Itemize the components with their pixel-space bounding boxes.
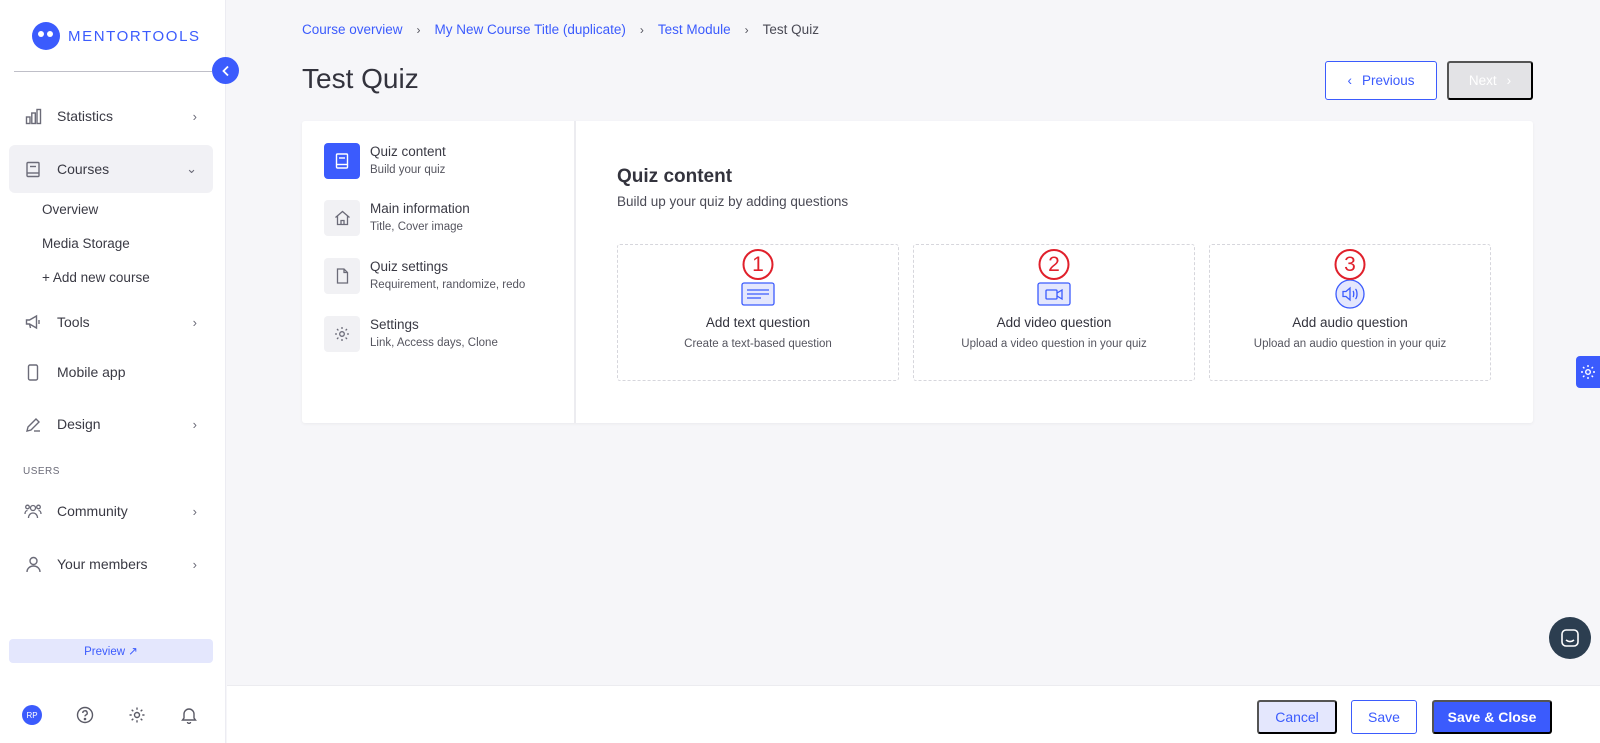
step-number-badge: 3: [1334, 249, 1366, 280]
preview-button[interactable]: Preview ↗: [9, 639, 213, 663]
panel-divider: [574, 121, 576, 423]
step-main-information[interactable]: Main information Title, Cover image: [324, 200, 470, 236]
settings-drawer-toggle[interactable]: [1576, 356, 1600, 388]
user-icon: [24, 555, 42, 573]
save-button[interactable]: Save: [1351, 700, 1417, 734]
sidebar: MENTORTOOLS Statistics › Courses ⌄ Overv…: [0, 0, 226, 743]
document-icon: [324, 258, 360, 294]
add-audio-question-card[interactable]: 3 Add audio question Upload an audio que…: [1209, 244, 1491, 381]
step-settings[interactable]: Settings Link, Access days, Clone: [324, 316, 498, 352]
sidebar-item-label: Tools: [57, 314, 90, 330]
add-video-question-card[interactable]: 2 Add video question Upload a video ques…: [913, 244, 1195, 381]
cancel-button[interactable]: Cancel: [1257, 700, 1337, 734]
section-label-users: USERS: [23, 466, 60, 477]
bell-icon[interactable]: [179, 705, 199, 725]
next-button[interactable]: Next ›: [1447, 61, 1533, 100]
home-icon: [324, 200, 360, 236]
step-title: Quiz settings: [370, 259, 449, 274]
chevron-left-icon: ‹: [1347, 73, 1352, 88]
breadcrumb-module[interactable]: Test Module: [658, 22, 731, 37]
chat-launcher-button[interactable]: [1549, 617, 1591, 659]
sidebar-item-label: Statistics: [57, 108, 114, 124]
card-subtitle: Upload an audio question in your quiz: [1253, 338, 1447, 350]
breadcrumb-current: Test Quiz: [762, 22, 819, 37]
chevron-left-icon: [221, 65, 229, 76]
sidebar-item-label: Mobile app: [57, 364, 126, 380]
step-quiz-content[interactable]: Quiz content Build your quiz: [324, 143, 446, 179]
phone-icon: [24, 363, 42, 381]
logo[interactable]: MENTORTOOLS: [32, 22, 201, 50]
chevron-right-icon: ›: [192, 416, 197, 432]
breadcrumb: Course overview › My New Course Title (d…: [302, 22, 819, 37]
card-title: Add text question: [705, 315, 811, 330]
step-subtitle: Link, Access days, Clone: [370, 337, 498, 349]
book-icon: [24, 160, 42, 178]
page-title: Test Quiz: [302, 63, 419, 94]
card-subtitle: Upload a video question in your quiz: [961, 338, 1147, 350]
step-title: Quiz content: [370, 144, 446, 159]
sidebar-item-tools[interactable]: Tools ›: [9, 298, 213, 346]
card-subtitle: Create a text-based question: [684, 338, 832, 350]
sidebar-divider: [14, 71, 212, 72]
sidebar-item-statistics[interactable]: Statistics ›: [9, 92, 213, 140]
content-subtitle: Build up your quiz by adding questions: [617, 194, 849, 209]
sidebar-item-courses[interactable]: Courses ⌄: [9, 145, 213, 193]
sidebar-sub-media-storage[interactable]: Media Storage: [42, 236, 130, 251]
text-icon: [741, 281, 775, 307]
avatar[interactable]: RP: [22, 705, 42, 725]
chat-icon: [1561, 629, 1579, 647]
content-title: Quiz content: [617, 166, 733, 187]
sidebar-item-label: Design: [57, 416, 101, 432]
step-title: Main information: [370, 201, 470, 216]
sidebar-item-label: Your members: [57, 556, 148, 572]
help-icon[interactable]: [75, 705, 95, 725]
breadcrumb-course-title[interactable]: My New Course Title (duplicate): [435, 22, 626, 37]
step-number-badge: 2: [1038, 249, 1070, 280]
chevron-right-icon: ›: [192, 314, 197, 330]
audio-icon: [1333, 279, 1367, 309]
step-subtitle: Build your quiz: [370, 164, 446, 176]
chevron-down-icon: ⌄: [186, 161, 197, 176]
step-number-badge: 1: [742, 249, 774, 280]
sidebar-sub-add-new-course[interactable]: + Add new course: [42, 270, 150, 285]
chevron-right-icon: ›: [639, 22, 644, 37]
gear-icon: [324, 316, 360, 352]
video-icon: [1037, 281, 1071, 307]
chevron-right-icon: ›: [192, 108, 197, 124]
sidebar-sub-overview[interactable]: Overview: [42, 202, 98, 217]
collapse-sidebar-button[interactable]: [212, 57, 239, 84]
chevron-right-icon: ›: [1506, 73, 1512, 88]
chevron-right-icon: ›: [192, 556, 197, 572]
gear-icon[interactable]: [127, 705, 147, 725]
chevron-right-icon: ›: [744, 22, 749, 37]
card-title: Add video question: [996, 315, 1112, 330]
logo-text: MENTORTOOLS: [68, 27, 201, 45]
sidebar-item-community[interactable]: Community ›: [9, 487, 213, 535]
sidebar-item-your-members[interactable]: Your members ›: [9, 540, 213, 588]
step-subtitle: Title, Cover image: [370, 221, 463, 233]
sidebar-item-design[interactable]: Design ›: [9, 400, 213, 448]
step-quiz-settings[interactable]: Quiz settings Requirement, randomize, re…: [324, 258, 525, 294]
megaphone-icon: [24, 313, 42, 331]
pencil-icon: [24, 415, 42, 433]
community-icon: [24, 502, 42, 520]
sidebar-item-mobile-app[interactable]: Mobile app: [9, 348, 213, 396]
breadcrumb-course-overview[interactable]: Course overview: [302, 22, 403, 37]
logo-icon: [32, 22, 60, 50]
add-text-question-card[interactable]: 1 Add text question Create a text-based …: [617, 244, 899, 381]
sidebar-item-label: Community: [57, 503, 128, 519]
gear-icon: [1581, 365, 1595, 379]
book-icon: [324, 143, 360, 179]
step-subtitle: Requirement, randomize, redo: [370, 279, 526, 291]
bar-chart-icon: [24, 107, 42, 125]
sidebar-item-label: Courses: [57, 161, 110, 177]
chevron-right-icon: ›: [416, 22, 421, 37]
chevron-right-icon: ›: [192, 503, 197, 519]
save-and-close-button[interactable]: Save & Close: [1432, 700, 1552, 734]
step-title: Settings: [370, 317, 419, 332]
previous-button[interactable]: ‹ Previous: [1325, 61, 1437, 100]
card-title: Add audio question: [1292, 315, 1408, 330]
quiz-editor-panel: Quiz content Build your quiz Main inform…: [302, 121, 1533, 423]
